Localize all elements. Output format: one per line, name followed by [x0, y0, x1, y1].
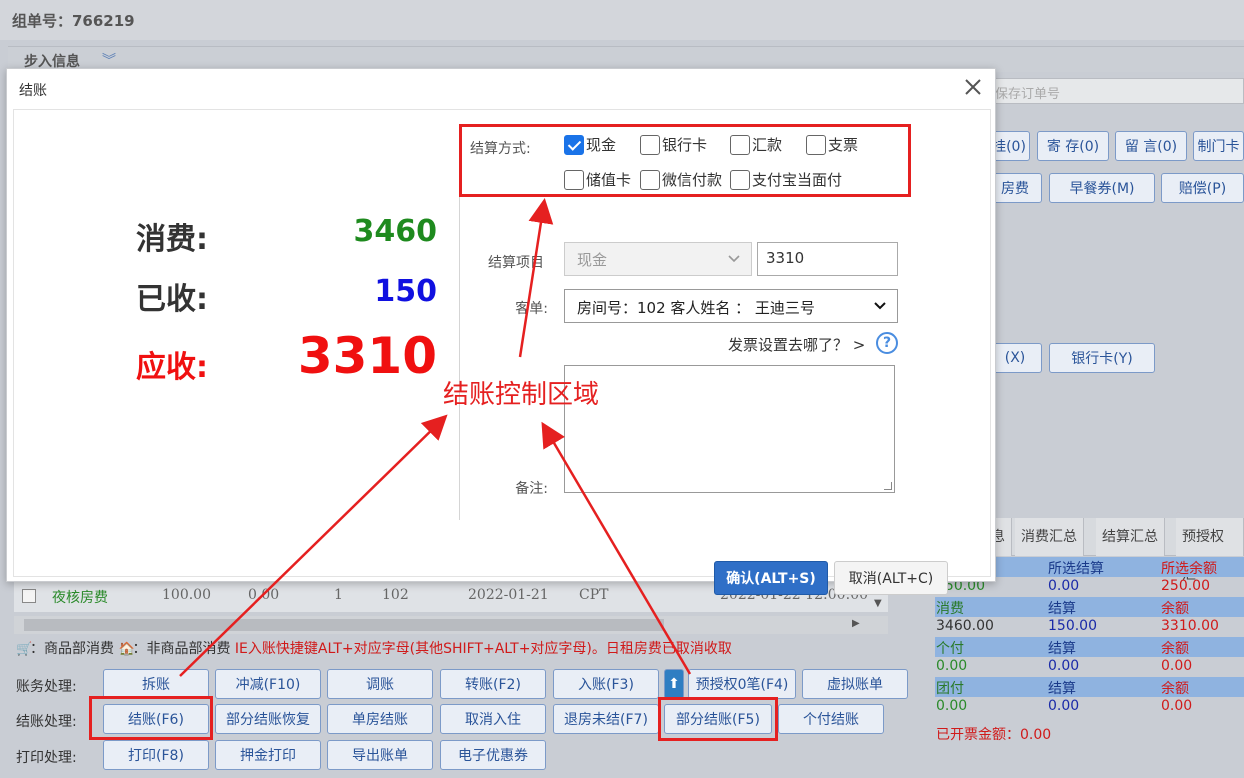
chevron-down-icon[interactable]: ︾ — [102, 50, 116, 70]
legend-line: 🛒：商品部消费 🏠：非商品部消费 IE入账快捷键ALT+对应字母(其他SHIFT… — [16, 641, 732, 657]
received-value: 150 — [374, 274, 437, 309]
item-label: 结算项目 — [488, 255, 544, 271]
bg-button-room-fee[interactable]: 房费 — [988, 173, 1042, 203]
cell-paid: 0.00 — [248, 587, 280, 603]
e-coupon-button[interactable]: 电子优惠券 — [440, 740, 546, 770]
virtual-bill-button[interactable]: 虚拟账单 — [802, 669, 908, 699]
annotation-box-checkout — [89, 696, 213, 740]
scroll-thumb[interactable] — [24, 619, 664, 631]
annotation-box-partial-checkout — [658, 697, 778, 741]
chevron-down-icon — [728, 255, 740, 263]
account-row-label: 账务处理: — [16, 679, 77, 695]
guest-select[interactable]: 房间号：102 客人姓名 ： 王迪三号 — [564, 289, 898, 323]
bg-button-message[interactable]: 留 言(0) — [1115, 131, 1187, 161]
modal-title: 结账 — [19, 83, 47, 99]
resize-grip-icon[interactable] — [884, 482, 892, 490]
chevron-down-icon — [874, 302, 886, 310]
bg-button-breakfast[interactable]: 早餐券(M) — [1049, 173, 1155, 203]
checkout-row-label: 结账处理: — [16, 714, 77, 730]
bg-button-deposit[interactable]: 寄 存(0) — [1037, 131, 1109, 161]
amount-input[interactable]: 3310 — [757, 242, 898, 276]
settle-item-select: 现金 — [564, 242, 752, 276]
preauth-button[interactable]: 预授权0笔(F4) — [688, 669, 796, 699]
bg-button-make-card[interactable]: 制门卡 — [1193, 131, 1244, 161]
cancel-button[interactable]: 取消(ALT+C) — [834, 561, 948, 595]
order-bar: 组单号：766219 — [0, 0, 1244, 40]
order-search-input[interactable]: 保存订单号 — [988, 78, 1244, 104]
goods-icon: 🛒 — [16, 642, 33, 657]
export-bill-button[interactable]: 导出账单 — [327, 740, 433, 770]
tab-consume-summary[interactable]: 消费汇总 — [1015, 518, 1084, 556]
horizontal-scrollbar[interactable] — [14, 616, 888, 634]
cell-item: 夜核房费 — [52, 590, 108, 606]
partial-checkout-restore-button[interactable]: 部分结账恢复 — [215, 704, 321, 734]
consume-value: 3460 — [353, 214, 438, 249]
due-value: 3310 — [297, 327, 437, 385]
split-account-button[interactable]: 拆账 — [103, 669, 209, 699]
print-row-label: 打印处理: — [16, 750, 77, 766]
individual-checkout-button[interactable]: 个付结账 — [778, 704, 884, 734]
summary-row: 团付 结算 余额 — [935, 677, 1244, 697]
cell-amount: 100.00 — [162, 587, 211, 603]
transfer-button[interactable]: 转账(F2) — [440, 669, 546, 699]
invoice-settings-link[interactable]: 发票设置去哪了？ > — [728, 334, 865, 355]
cell-qty: 1 — [334, 587, 343, 603]
post-button[interactable]: 入账(F3) — [553, 669, 659, 699]
scroll-right-icon[interactable]: ▶ — [852, 618, 860, 629]
summary-tabs: 息 消费汇总 结算汇总 预授权汇 — [985, 518, 1244, 583]
house-icon: 🏠 — [118, 642, 135, 657]
remark-textarea[interactable] — [564, 365, 895, 493]
bg-button-x[interactable]: (X) — [988, 343, 1042, 373]
deposit-print-button[interactable]: 押金打印 — [215, 740, 321, 770]
invoiced-amount: 已开票金额：0.00 — [936, 727, 1052, 743]
due-label: 应收: — [136, 350, 208, 385]
tab-settle-summary[interactable]: 结算汇总 — [1096, 518, 1165, 556]
annotation-text: 结账控制区域 — [443, 380, 600, 410]
print-button[interactable]: 打印(F8) — [103, 740, 209, 770]
cell-room: 102 — [382, 587, 409, 603]
row-checkbox[interactable] — [22, 589, 36, 603]
upload-icon[interactable]: ⬆ — [664, 669, 684, 699]
close-icon[interactable] — [961, 75, 985, 99]
single-room-checkout-button[interactable]: 单房结账 — [327, 704, 433, 734]
confirm-button[interactable]: 确认(ALT+S) — [714, 561, 828, 595]
consume-label: 消费: — [136, 222, 208, 257]
bg-button-compensation[interactable]: 赔偿(P) — [1161, 173, 1244, 203]
bg-button-bank-card[interactable]: 银行卡(Y) — [1049, 343, 1155, 373]
order-number: 组单号：766219 — [12, 12, 135, 30]
summary-row: 消费 结算 余额 — [935, 597, 1244, 617]
guest-label: 客单: — [515, 301, 548, 317]
help-icon[interactable]: ? — [876, 332, 898, 354]
summary-row: 3460.00 150.00 3310.00 — [936, 618, 1219, 634]
summary-row: 个付 结算 余额 — [935, 637, 1244, 657]
cell-date: 2022-01-21 — [468, 587, 549, 603]
adjust-button[interactable]: 调账 — [327, 669, 433, 699]
cell-code: CPT — [579, 587, 609, 603]
summary-row: 0.00 0.00 0.00 — [936, 698, 1193, 714]
annotation-box-pay-methods — [459, 124, 911, 197]
checkout-unsettled-button[interactable]: 退房未结(F7) — [553, 704, 659, 734]
tab-preauth-summary[interactable]: 预授权汇 — [1176, 518, 1244, 583]
received-label: 已收: — [136, 282, 208, 317]
cancel-checkin-button[interactable]: 取消入住 — [440, 704, 546, 734]
remark-label: 备注: — [515, 481, 548, 497]
summary-row: 0.00 0.00 0.00 — [936, 658, 1193, 674]
scroll-down-icon[interactable]: ▼ — [874, 598, 882, 609]
offset-button[interactable]: 冲减(F10) — [215, 669, 321, 699]
